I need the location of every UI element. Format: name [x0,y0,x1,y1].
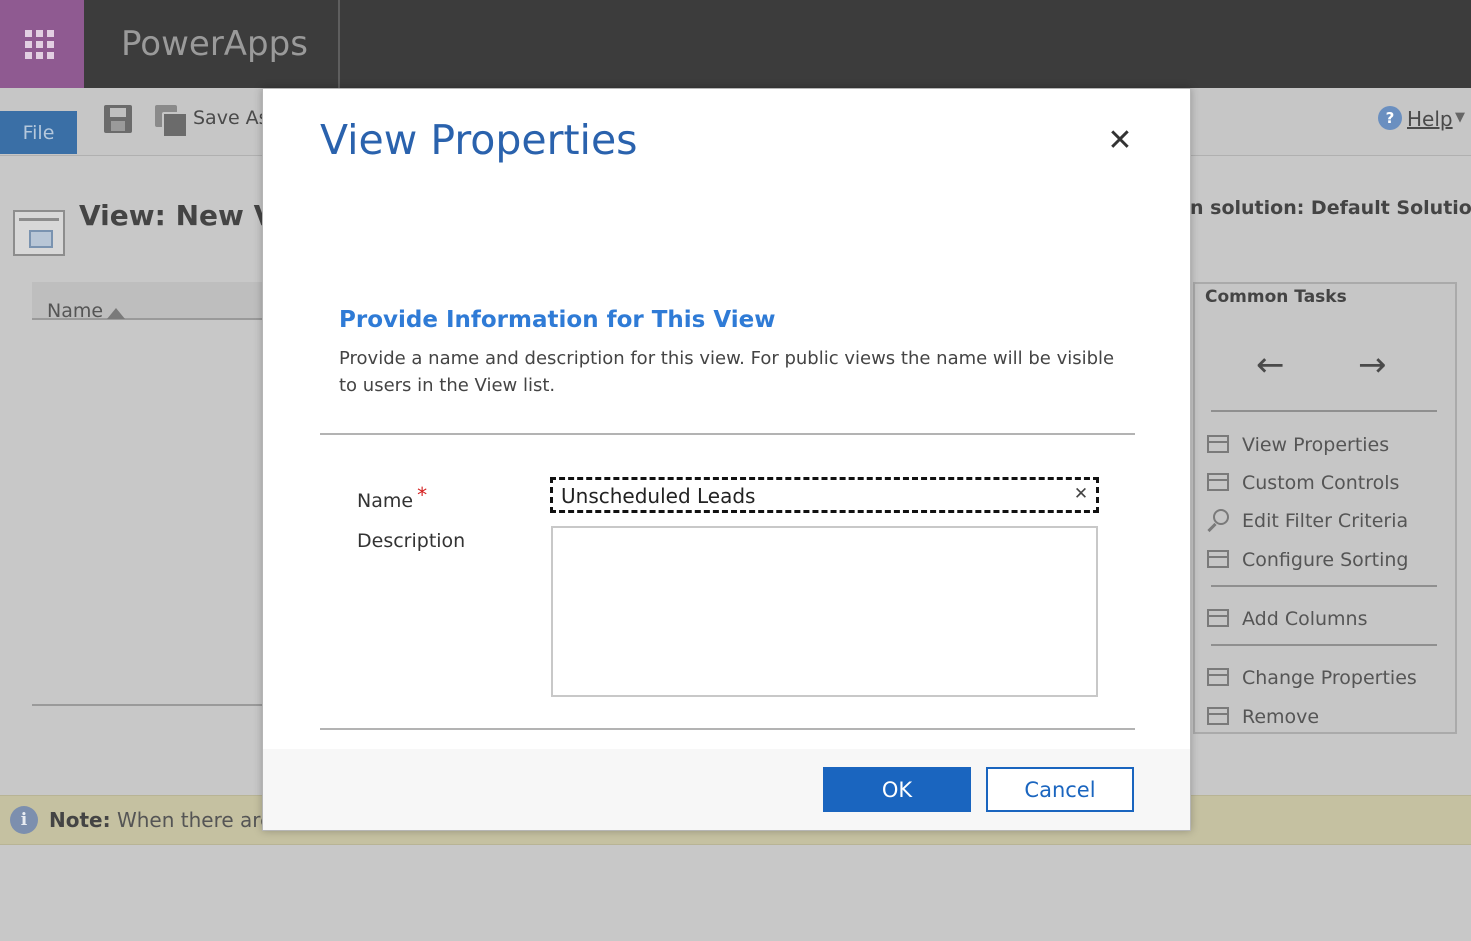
divider [320,433,1135,435]
configure-sorting-icon [1205,548,1233,572]
dialog-title: View Properties [320,116,638,164]
help-button[interactable]: Help [1407,107,1453,131]
note-text: Note: When there are to [49,808,263,832]
app-title[interactable]: PowerApps [121,24,308,64]
divider [1211,644,1437,646]
change-properties-icon [1205,666,1233,690]
task-add-columns[interactable]: Add Columns [1205,605,1368,633]
help-icon[interactable]: ? [1378,106,1402,130]
column-header-label[interactable]: Name [47,300,103,322]
task-label: Add Columns [1242,608,1368,630]
remove-icon [1205,705,1233,729]
waffle-icon [25,30,55,60]
description-field-label: Description [357,530,466,552]
edit-filter-icon [1205,509,1233,533]
file-tab[interactable]: File [0,111,77,154]
appbar-divider [338,0,340,88]
task-label: Remove [1242,706,1320,728]
page-title: View: New Vi [79,199,264,232]
arrow-right-icon[interactable]: → [1358,345,1387,385]
custom-controls-icon [1205,471,1233,495]
common-tasks-title: Common Tasks [1205,287,1347,307]
sort-ascending-icon[interactable] [107,308,125,319]
note-message: When there are to [116,808,263,832]
save-icon[interactable] [104,105,132,133]
add-columns-icon [1205,607,1233,631]
name-label-text: Name [357,490,414,512]
divider [1211,410,1437,412]
clear-icon[interactable]: ✕ [1070,483,1092,505]
task-configure-sorting[interactable]: Configure Sorting [1205,546,1408,574]
task-edit-filter-criteria[interactable]: Edit Filter Criteria [1205,507,1408,535]
task-label: Edit Filter Criteria [1242,510,1409,532]
task-view-properties[interactable]: View Properties [1205,431,1389,459]
task-change-properties[interactable]: Change Properties [1205,664,1417,692]
divider [1211,585,1437,587]
arrow-left-icon[interactable]: ← [1256,345,1285,385]
cancel-button[interactable]: Cancel [986,767,1134,812]
close-icon[interactable]: ✕ [1106,126,1134,156]
task-label: Change Properties [1242,667,1417,689]
name-input[interactable] [550,477,1099,513]
required-marker: * [417,483,428,507]
app-launcher-button[interactable] [0,0,84,88]
save-as-icon[interactable] [155,105,188,138]
chevron-down-icon[interactable]: ▼ [1455,110,1465,125]
view-properties-icon [1205,433,1233,457]
ok-button[interactable]: OK [823,767,971,812]
divider [320,728,1135,730]
task-label: Configure Sorting [1242,549,1409,571]
task-label: Custom Controls [1242,472,1400,494]
app-bar: PowerApps [0,0,1471,88]
solution-label: n solution: Default Solution [1190,197,1471,219]
divider [32,704,264,706]
task-label: View Properties [1242,434,1390,456]
info-icon: i [10,806,38,834]
view-properties-dialog: View Properties ✕ Provide Information fo… [262,88,1191,831]
view-icon [13,210,65,256]
note-label: Note: [49,808,111,832]
section-description: Provide a name and description for this … [339,348,1115,396]
task-remove[interactable]: Remove [1205,703,1319,731]
description-textarea[interactable] [551,526,1098,697]
save-as-button[interactable]: Save As [193,107,269,129]
section-heading: Provide Information for This View [339,307,776,333]
name-field-label: Name * [357,483,427,512]
task-custom-controls[interactable]: Custom Controls [1205,469,1399,497]
dialog-footer: OK Cancel [263,749,1190,830]
